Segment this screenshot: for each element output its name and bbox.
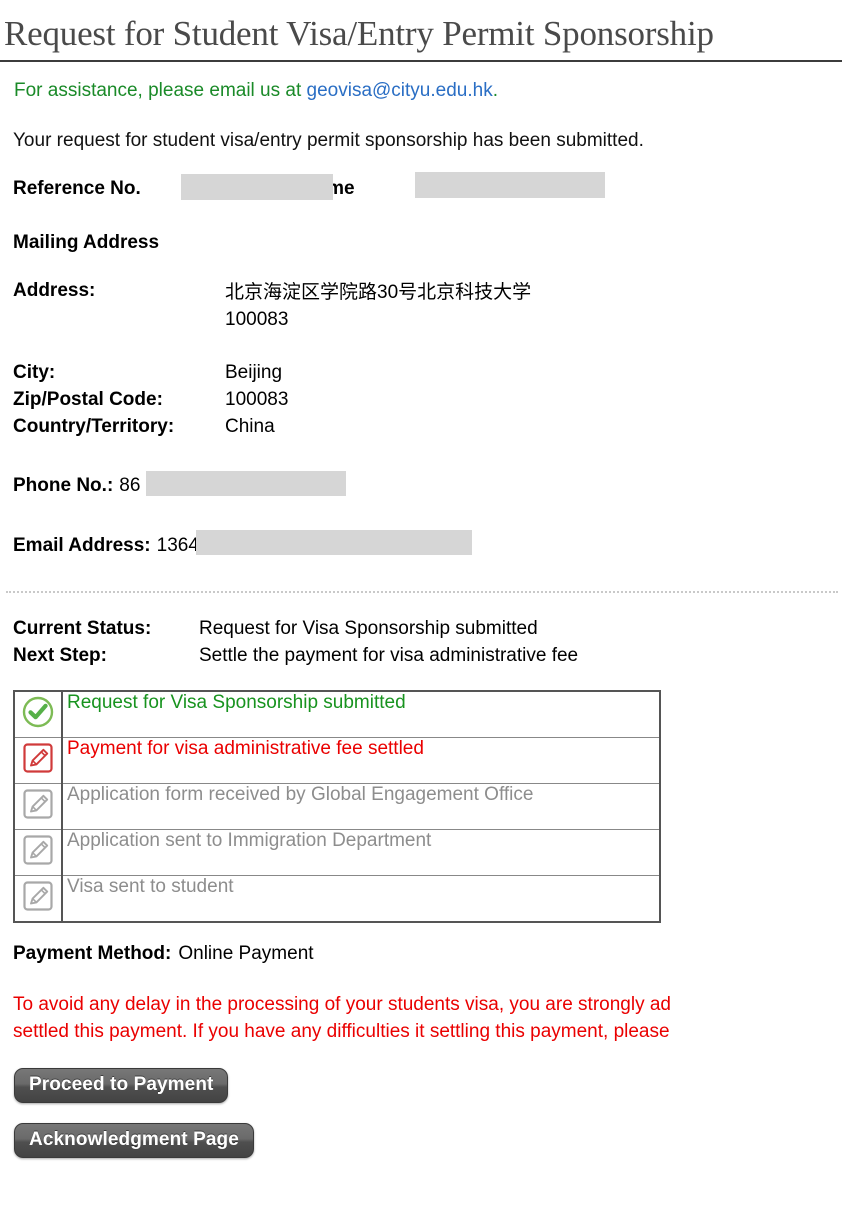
step-icon-cell — [13, 782, 63, 830]
payment-warning-line-1: To avoid any delay in the processing of … — [13, 993, 671, 1015]
phone-label: Phone No.: — [13, 474, 114, 496]
submission-confirmation-text: Your request for student visa/entry perm… — [13, 130, 644, 151]
step-label: Visa sent to student — [61, 874, 661, 923]
step-label: Payment for visa administrative fee sett… — [61, 736, 661, 784]
address-label: Address: — [13, 280, 96, 301]
reference-row: Reference No. Name — [0, 152, 842, 204]
pencil-square-icon — [21, 787, 55, 826]
email-row: Email Address: 13641000001@163.com — [0, 529, 842, 561]
payment-method-value: Online Payment — [178, 942, 314, 964]
current-status-row: Current Status: Request for Visa Sponsor… — [13, 615, 842, 643]
zip-row: Zip/Postal Code: 100083 — [13, 387, 842, 414]
address-block: Address: 北京海淀区学院路30号北京科技大学 100083 — [0, 254, 842, 334]
acknowledgment-page-button[interactable]: Acknowledgment Page — [14, 1123, 254, 1159]
next-step-label: Next Step: — [13, 645, 107, 667]
proceed-to-payment-button[interactable]: Proceed to Payment — [14, 1068, 229, 1104]
city-value: Beijing — [225, 361, 283, 383]
pencil-square-icon — [21, 879, 55, 918]
reference-no-label: Reference No. — [13, 178, 141, 199]
pencil-square-icon — [21, 741, 55, 780]
city-row: City: Beijing — [13, 360, 842, 387]
support-email-link[interactable]: geovisa@cityu.edu.hk — [307, 80, 493, 101]
country-value: China — [225, 415, 275, 437]
status-block: Current Status: Request for Visa Sponsor… — [0, 593, 842, 670]
city-label: City: — [13, 361, 56, 383]
current-status-label: Current Status: — [13, 617, 152, 639]
table-row: Request for Visa Sponsorship submitted — [13, 690, 661, 738]
check-circle-icon — [21, 695, 55, 734]
step-icon-cell — [13, 690, 63, 738]
assistance-line: For assistance, please email us at geovi… — [0, 62, 842, 102]
mailing-address-heading: Mailing Address — [13, 232, 160, 253]
address-value: 北京海淀区学院路30号北京科技大学 100083 — [225, 282, 532, 330]
zip-label: Zip/Postal Code: — [13, 388, 163, 410]
step-icon-cell — [13, 874, 63, 923]
country-label: Country/Territory: — [13, 415, 175, 437]
payment-method-row: Payment Method: Online Payment — [0, 923, 842, 965]
payment-warning-line-2: settled this payment. If you have any di… — [13, 1021, 670, 1043]
table-row: Visa sent to student — [13, 874, 661, 923]
progress-steps-table: Request for Visa Sponsorship submitted P… — [13, 689, 661, 923]
current-status-value: Request for Visa Sponsorship submitted — [199, 617, 538, 639]
step-label: Application form received by Global Enga… — [61, 782, 661, 830]
table-row: Application form received by Global Enga… — [13, 782, 661, 830]
step-label: Request for Visa Sponsorship submitted — [61, 690, 661, 738]
payment-method-label: Payment Method: — [13, 942, 172, 964]
zip-value: 100083 — [225, 388, 289, 410]
proceed-button-wrap: Proceed to Payment — [14, 1068, 842, 1104]
name-label: Name — [302, 178, 355, 199]
step-icon-cell — [13, 828, 63, 876]
phone-row: Phone No.: 86 13641000001 — [0, 470, 842, 501]
progress-steps-body: Request for Visa Sponsorship submitted P… — [13, 690, 661, 923]
phone-value: 86 13641000001 — [119, 474, 262, 496]
city-info-block: City: Beijing Zip/Postal Code: 100083 Co… — [0, 334, 842, 441]
page-root: Request for Student Visa/Entry Permit Sp… — [0, 0, 842, 1226]
table-row: Payment for visa administrative fee sett… — [13, 736, 661, 784]
payment-warning-text: To avoid any delay in the processing of … — [0, 965, 842, 1046]
next-step-value: Settle the payment for visa administrati… — [199, 645, 579, 667]
address-row: Address: 北京海淀区学院路30号北京科技大学 100083 — [13, 280, 842, 334]
table-row: Application sent to Immigration Departme… — [13, 828, 661, 876]
pencil-square-icon — [21, 833, 55, 872]
step-icon-cell — [13, 736, 63, 784]
name-redaction — [415, 172, 605, 198]
step-label: Application sent to Immigration Departme… — [61, 828, 661, 876]
email-label: Email Address: — [13, 534, 151, 556]
assistance-suffix: . — [492, 80, 498, 101]
country-row: Country/Territory: China — [13, 414, 842, 441]
page-title: Request for Student Visa/Entry Permit Sp… — [4, 14, 714, 53]
acknowledgment-button-wrap: Acknowledgment Page — [14, 1123, 842, 1159]
next-step-row: Next Step: Settle the payment for visa a… — [13, 642, 842, 670]
assistance-prefix: For assistance, please email us at — [14, 80, 307, 101]
action-buttons: Proceed to Payment Acknowledgment Page — [0, 1046, 842, 1159]
email-value: 13641000001@163.com — [156, 534, 366, 556]
